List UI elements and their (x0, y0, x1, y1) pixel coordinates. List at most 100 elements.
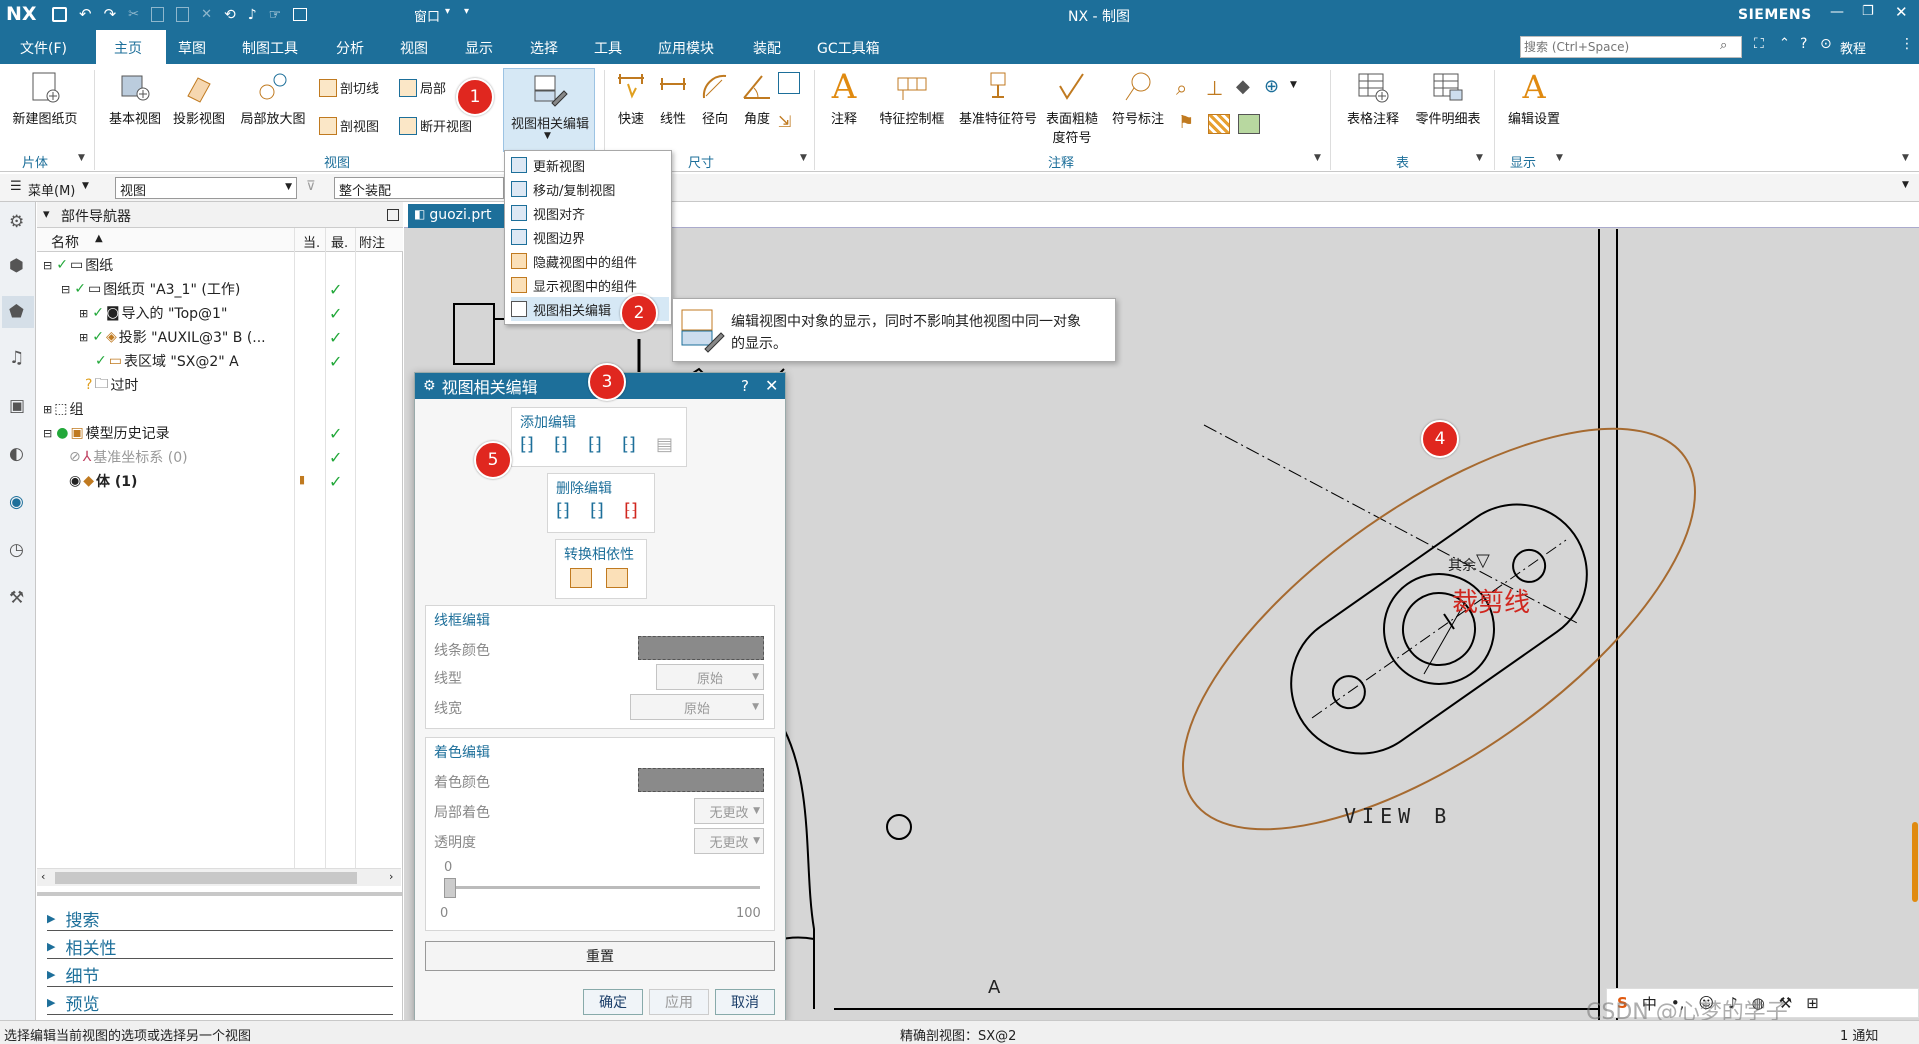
collapse-ribbon-icon[interactable]: ⌃ (1779, 36, 1790, 51)
edit-settings-button[interactable]: A 编辑设置 (1502, 70, 1566, 127)
shade-color-swatch[interactable] (638, 768, 764, 792)
surface-finish-button[interactable]: 表面粗糙 度符号 (1042, 70, 1102, 146)
transparency-dropdown[interactable]: 无更改 ▼ (694, 828, 764, 854)
file-tab[interactable]: ◧ guozi.prt (408, 204, 504, 228)
remove-all-mods-icon[interactable]: ⁅⁆ (624, 500, 638, 521)
line-width-dropdown[interactable]: 原始 ▼ (630, 694, 764, 720)
tree-row-section-view[interactable]: ✓ ▭ 表区域 "SX@2" A ✓ (37, 349, 401, 373)
fcf-button[interactable]: 特征控制框 (870, 70, 954, 127)
tab-view[interactable]: 视图 (400, 38, 428, 58)
settings-icon[interactable]: ⚙ (9, 212, 24, 232)
chevron-down-icon[interactable]: ▼ (800, 153, 807, 163)
history-icon[interactable]: ◷ (9, 540, 24, 560)
help-icon[interactable]: ? (741, 377, 749, 395)
base-view-button[interactable]: 基本视图 (104, 70, 166, 127)
tree-row-outdated[interactable]: ? 🗀 过时 (37, 373, 401, 397)
bell-icon[interactable]: ♫ (9, 348, 24, 368)
fullscreen-icon[interactable]: ⛶ (1754, 36, 1764, 52)
chevron-down-icon[interactable]: ▼ (1314, 153, 1321, 163)
save-icon[interactable] (52, 7, 67, 22)
ime-grid-icon[interactable]: ⊞ (1806, 994, 1819, 1012)
delete-icon[interactable]: ✕ (201, 7, 212, 23)
menu-item-show-components[interactable]: 显示视图中的组件 (511, 273, 669, 297)
reuse-library-icon[interactable]: ▣ (9, 396, 25, 416)
linear-dim-button[interactable]: 线性 (654, 70, 692, 127)
chevron-down-icon[interactable]: ▼ (78, 153, 85, 163)
search-icon[interactable]: ⌕ (1720, 38, 1727, 53)
transparency-slider-thumb[interactable] (444, 878, 456, 898)
tree-row-datum-csys[interactable]: ⊘ ⅄ 基准坐标系 (0) ✓ (37, 445, 401, 469)
scroll-left-icon[interactable]: ‹ (41, 870, 45, 883)
expand-icon[interactable]: ⊞ (43, 403, 52, 416)
remove-selected-erase-icon[interactable]: ⁅⁆ (556, 500, 570, 521)
col-note[interactable]: 附注 (359, 232, 385, 251)
expand-icon[interactable]: ⊟ (43, 427, 52, 440)
hatch-icon[interactable] (1208, 114, 1230, 134)
parts-list-button[interactable]: 零件明细表 (1410, 70, 1486, 127)
tab-tools[interactable]: 工具 (594, 38, 622, 58)
microphone-icon[interactable]: ♪ (248, 7, 257, 23)
assembly-nav-icon[interactable]: ⬢ (9, 256, 24, 276)
col-latest[interactable]: 最. (331, 232, 348, 251)
eye-icon[interactable]: ◉ (69, 473, 81, 489)
projected-view-button[interactable]: 投影视图 (168, 70, 230, 127)
ok-button[interactable]: 确定 (583, 989, 643, 1015)
tree-row-import-view[interactable]: ⊞ ✓ ◙ 导入的 "Top@1" ✓ (37, 301, 401, 325)
tabular-note-button[interactable]: 表格注释 (1340, 70, 1406, 127)
edit-object-segment-icon[interactable]: ⁅⁆ (622, 434, 636, 455)
tree-row-group[interactable]: ⊞ ⬚ 组 (37, 397, 401, 421)
accordion-details[interactable]: ▶ 细节 (47, 962, 99, 987)
detail-view-button[interactable]: 局部放大图 (236, 70, 310, 127)
cancel-button[interactable]: 取消 (715, 989, 775, 1015)
copy-icon[interactable] (151, 7, 165, 22)
radial-dim-button[interactable]: 径向 (696, 70, 734, 127)
panel-splitter[interactable] (37, 892, 403, 896)
tab-home[interactable]: 主页 (114, 38, 142, 58)
tab-selection[interactable]: 选择 (530, 38, 558, 58)
tutorial-icon[interactable]: ⊙ (1820, 36, 1832, 52)
cut-icon[interactable]: ✂ (128, 7, 139, 23)
expand-icon[interactable]: ⊞ (79, 331, 88, 344)
restore-icon[interactable]: ❐ (1862, 4, 1874, 19)
chevron-down-icon[interactable]: ▼ (1902, 180, 1909, 190)
menu-item-update-view[interactable]: 更新视图 (511, 153, 669, 177)
undo-icon[interactable]: ↶ (79, 7, 92, 23)
erase-selected-icon[interactable]: ⁅⁆ (520, 434, 534, 455)
chevron-down-icon[interactable]: ▾ (43, 207, 50, 222)
window-menu[interactable]: 窗口 (414, 6, 440, 25)
section-line-button[interactable]: 剖切线 (319, 78, 379, 97)
filter-icon[interactable]: ⊽ (306, 179, 316, 194)
chevron-down-icon[interactable]: ▼ (1476, 153, 1483, 163)
part-navigator-icon[interactable]: ⬟ (9, 302, 24, 322)
scroll-thumb[interactable] (55, 872, 357, 884)
tab-assembly[interactable]: 装配 (753, 38, 781, 58)
menu-button[interactable]: 菜单(M) (28, 180, 75, 199)
model-to-view-icon[interactable] (570, 568, 592, 588)
hamburger-icon[interactable]: ☰ (10, 179, 22, 194)
side-scroll-marker[interactable] (1912, 822, 1918, 902)
hidden-eye-icon[interactable]: ⊘ (69, 449, 81, 465)
edit-complete-object-icon[interactable]: ⁅⁆ (554, 434, 568, 455)
tutorial-link[interactable]: 教程 (1840, 38, 1866, 57)
chevron-down-icon[interactable]: ▾ (445, 6, 450, 17)
rapid-dim-button[interactable]: 快速 (612, 70, 650, 127)
ribbon-options-icon[interactable]: ▼ (1902, 153, 1909, 163)
tab-display[interactable]: 显示 (465, 38, 493, 58)
hd3d-icon[interactable]: ◐ (9, 444, 24, 464)
touch-mode-icon[interactable]: ☞ (269, 7, 282, 23)
new-sheet-button[interactable]: 新建图纸页 (10, 70, 80, 127)
roles-icon[interactable]: ⚒ (9, 588, 24, 608)
scope-select[interactable]: 整个装配 (334, 177, 504, 199)
menu-item-move-copy-view[interactable]: 移动/复制视图 (511, 177, 669, 201)
expand-icon[interactable]: ⊞ (79, 307, 88, 320)
view-to-model-icon[interactable] (606, 568, 628, 588)
line-color-swatch[interactable] (638, 636, 764, 660)
scroll-right-icon[interactable]: › (389, 870, 393, 883)
ordinate-dim-icon[interactable]: ⇲ (778, 112, 800, 134)
col-current[interactable]: 当. (303, 232, 320, 251)
tree-row-projected-view[interactable]: ⊞ ✓ ◈ 投影 "AUXIL@3" B (... ✓ (37, 325, 401, 349)
break-view-button[interactable]: 断开视图 (399, 116, 472, 135)
section-view-button[interactable]: 剖视图 (319, 116, 379, 135)
switch-window-icon[interactable] (293, 8, 308, 21)
notification-count[interactable]: 1 通知 (1840, 1025, 1878, 1044)
